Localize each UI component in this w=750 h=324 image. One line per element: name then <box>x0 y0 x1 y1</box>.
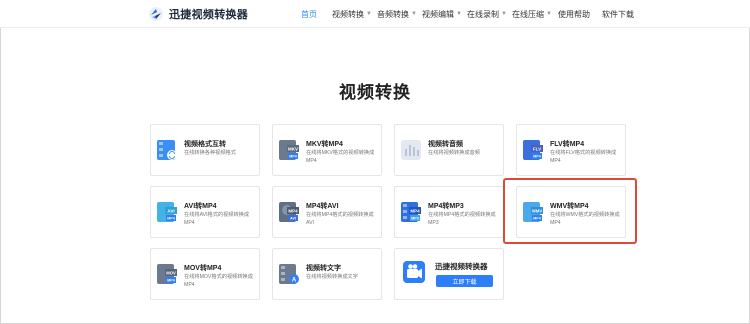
svg-text:MP4: MP4 <box>167 278 174 282</box>
card-desc: 在线将MP4格式的视频转换成MP3 <box>428 212 496 226</box>
card-desc: 在线转换各种视频格式 <box>184 150 236 156</box>
promo-title: 迅捷视频转换器 <box>435 262 488 271</box>
card-mp4-to-avi[interactable]: MP4 AVI MP4转AVI 在线将MP4格式的视频转换成AVI <box>272 186 382 238</box>
card-mkv-to-mp4[interactable]: MKV MP4 MKV转MP4 在线将MKV格式的视频转换成MP4 <box>272 124 382 176</box>
card-title: FLV转MP4 <box>550 141 585 148</box>
card-desc: 在线将MP4格式的视频转换成AVI <box>306 212 374 226</box>
card-title: 视频转音频 <box>428 141 463 148</box>
nav-online-record[interactable]: 在线录制 ▼ <box>467 9 507 20</box>
icon-badge: FLV <box>533 146 541 151</box>
card-desc: 在线将MKV格式的视频转换成MP4 <box>306 150 375 164</box>
video-to-text-icon: A <box>279 264 299 284</box>
icon-badge: MP4 <box>410 208 420 213</box>
nav-help[interactable]: 使用帮助 <box>558 9 590 20</box>
site-logo[interactable]: 迅捷视频转换器 <box>148 6 248 22</box>
svg-text:A: A <box>292 277 297 283</box>
card-desc: 在线将视频转换成音频 <box>428 150 480 156</box>
nav-video-edit[interactable]: 视频编辑 ▼ <box>422 9 462 20</box>
card-title: 视频转文字 <box>306 265 341 272</box>
chevron-down-icon: ▼ <box>411 10 417 17</box>
chevron-down-icon: ▼ <box>456 10 462 17</box>
video-format-icon <box>157 140 177 160</box>
svg-text:AVI: AVI <box>290 216 296 220</box>
chevron-down-icon: ▼ <box>501 10 507 17</box>
icon-badge: MKV <box>288 146 298 151</box>
chevron-down-icon: ▼ <box>366 10 372 17</box>
app-icon <box>403 261 425 283</box>
card-desc: 在线将FLV格式的视频转换成MP4 <box>550 150 617 164</box>
svg-text:MP4: MP4 <box>533 154 540 158</box>
card-title: MOV转MP4 <box>184 265 222 272</box>
avi-to-mp4-icon: AVI MP4 <box>157 202 177 222</box>
card-flv-to-mp4[interactable]: FLV MP4 FLV转MP4 在线将FLV格式的视频转换成MP4 <box>516 124 626 176</box>
icon-badge: MOV <box>166 270 176 275</box>
card-desc: 在线将AVI格式的视频转换成MP4 <box>184 212 250 226</box>
card-video-to-audio[interactable]: 视频转音频 在线将视频转换成音频 <box>394 124 504 176</box>
nav-download[interactable]: 软件下载 <box>602 9 634 20</box>
top-nav-bar: 迅捷视频转换器 首页 视频转换 ▼ 音频转换 ▼ 视频编辑 ▼ 在线录制 ▼ 在线压缩 ▼… <box>0 0 750 28</box>
nav-video-convert[interactable]: 视频转换 ▼ <box>332 9 372 20</box>
card-title: MP4转AVI <box>306 203 339 210</box>
card-desc: 在线将视频转换成文字 <box>306 274 358 280</box>
nav-online-compress[interactable]: 在线压缩 ▼ <box>512 9 552 20</box>
card-title: MP4转MP3 <box>428 203 464 210</box>
promo-card <box>394 248 504 300</box>
mp4-to-mp3-icon: MP4 MP3 <box>401 202 421 222</box>
svg-text:MP3: MP3 <box>411 216 418 220</box>
logo-icon <box>149 7 163 21</box>
page-title: 视频转换 <box>339 83 411 102</box>
card-title: 视频格式互转 <box>184 141 226 148</box>
card-mp4-to-mp3[interactable]: MP4 MP3 MP4转MP3 在线将MP4格式的视频转换成MP3 <box>394 186 504 238</box>
selection-highlight <box>503 178 637 244</box>
card-avi-to-mp4[interactable]: AVI MP4 AVI转MP4 在线将AVI格式的视频转换成MP4 <box>150 186 260 238</box>
card-video-format[interactable]: 视频格式互转 在线转换各种视频格式 <box>150 124 260 176</box>
card-mov-to-mp4[interactable]: MOV MP4 MOV转MP4 在线将MOV格式的视频转换成MP4 <box>150 248 260 300</box>
card-title: MKV转MP4 <box>306 141 343 148</box>
icon-badge: AVI <box>167 208 174 213</box>
mov-to-mp4-icon: MOV MP4 <box>157 264 177 284</box>
mkv-to-mp4-icon: MKV MP4 <box>279 140 299 160</box>
logo-text: 迅捷视频转换器 <box>169 9 249 21</box>
nav-audio-convert[interactable]: 音频转换 ▼ <box>377 9 417 20</box>
nav-home[interactable]: 首页 <box>301 9 317 20</box>
flv-to-mp4-icon: FLV MP4 <box>523 140 543 160</box>
chevron-down-icon: ▼ <box>546 10 552 17</box>
card-video-to-text[interactable]: A 视频转文字 在线将视频转换成文字 <box>272 248 382 300</box>
card-title: AVI转MP4 <box>184 203 217 210</box>
card-desc: 在线将MOV格式的视频转换成MP4 <box>184 274 253 288</box>
svg-text:MP4: MP4 <box>167 216 174 220</box>
download-now-button[interactable]: 立即下载 <box>436 275 493 287</box>
icon-badge: MP4 <box>288 208 298 213</box>
mp4-to-avi-icon: MP4 AVI <box>279 202 299 222</box>
video-to-audio-icon <box>401 140 421 160</box>
svg-text:MP4: MP4 <box>289 154 296 158</box>
